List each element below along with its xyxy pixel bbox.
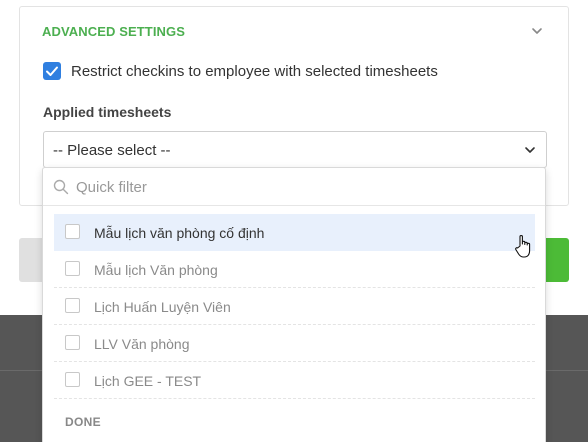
option-label: Mẫu lịch văn phòng cố định — [94, 225, 265, 241]
check-icon — [46, 66, 58, 76]
done-button[interactable]: DONE — [65, 415, 101, 429]
applied-timesheets-label: Applied timesheets — [43, 104, 172, 120]
chevron-down-icon — [525, 147, 535, 153]
option-label: Lịch Huấn Luyện Viên — [94, 299, 231, 315]
option-item[interactable]: Lịch GEE - TEST — [54, 362, 535, 399]
option-label: Lịch GEE - TEST — [94, 373, 202, 389]
restrict-checkins-label[interactable]: Restrict checkins to employee with selec… — [71, 63, 438, 80]
option-list: Mẫu lịch văn phòng cố định Mẫu lịch Văn … — [54, 214, 535, 399]
option-checkbox[interactable] — [65, 372, 80, 387]
chevron-down-icon[interactable] — [531, 25, 543, 37]
option-checkbox[interactable] — [65, 335, 80, 350]
option-item[interactable]: Lịch Huấn Luyện Viên — [54, 288, 535, 325]
option-label: Mẫu lịch Văn phòng — [94, 262, 218, 278]
restrict-checkins-checkbox[interactable] — [43, 62, 61, 80]
select-value: -- Please select -- — [53, 142, 171, 159]
option-label: LLV Văn phòng — [94, 336, 190, 352]
panel-title: ADVANCED SETTINGS — [42, 24, 186, 39]
option-item[interactable]: LLV Văn phòng — [54, 325, 535, 362]
option-checkbox[interactable] — [65, 298, 80, 313]
hand-pointer-cursor-icon — [515, 234, 531, 258]
quick-filter-row — [43, 168, 545, 206]
search-icon — [53, 179, 69, 195]
quick-filter-input[interactable] — [76, 174, 536, 200]
option-item[interactable]: Mẫu lịch văn phòng cố định — [54, 214, 535, 251]
timesheet-dropdown-menu: Mẫu lịch văn phòng cố định Mẫu lịch Văn … — [42, 167, 546, 442]
option-checkbox[interactable] — [65, 261, 80, 276]
option-checkbox[interactable] — [65, 224, 80, 239]
applied-timesheets-select[interactable]: -- Please select -- — [43, 131, 547, 168]
option-item[interactable]: Mẫu lịch Văn phòng — [54, 251, 535, 288]
